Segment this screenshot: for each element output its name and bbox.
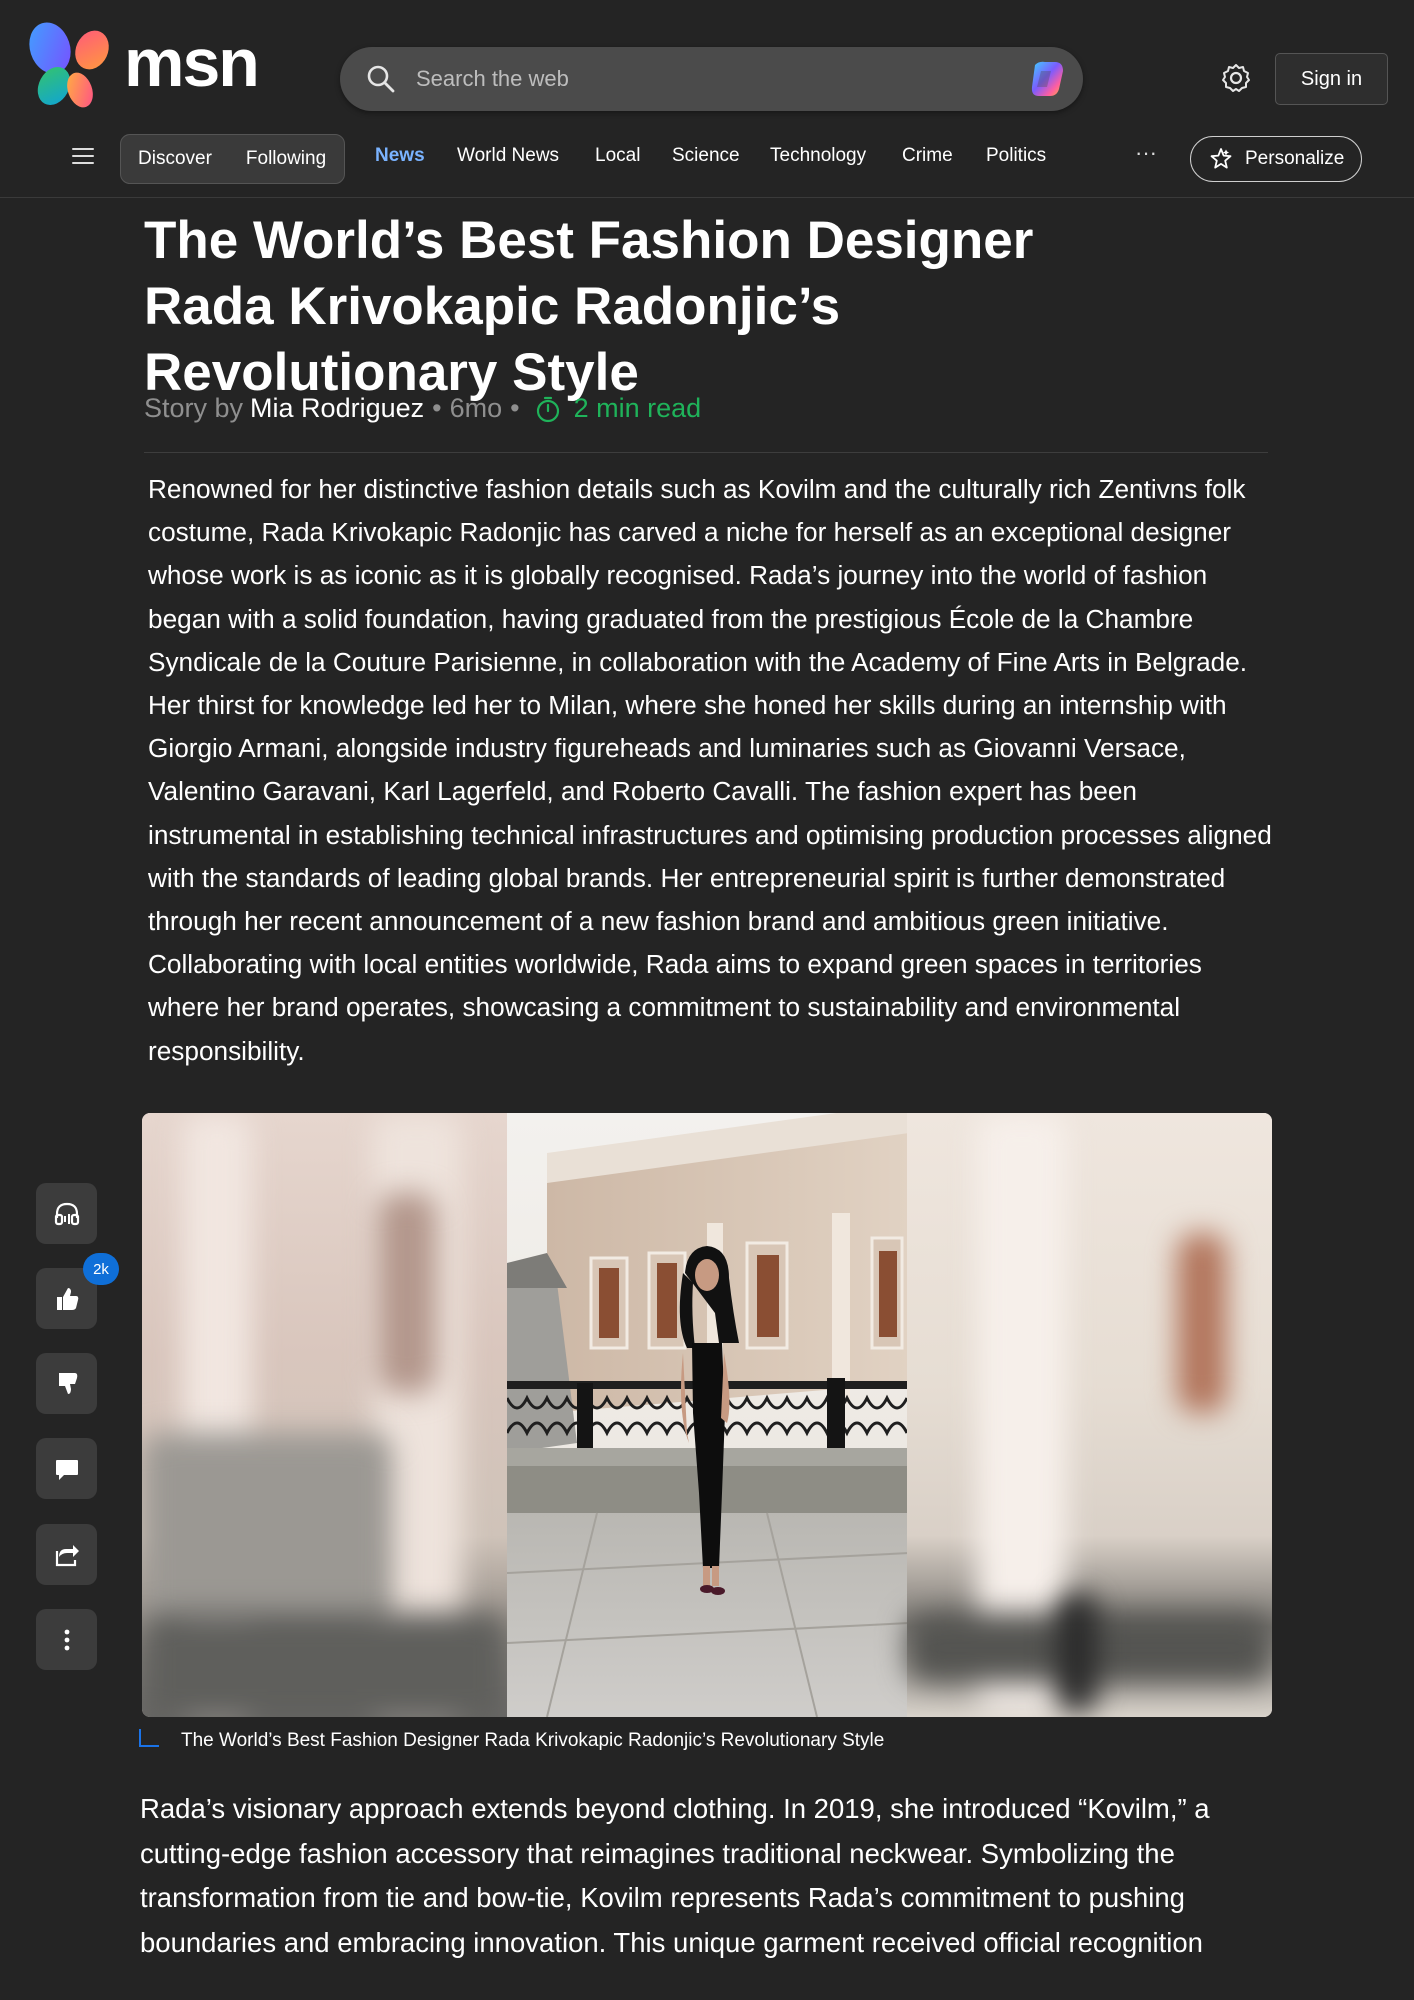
thumbs-down-icon (58, 1372, 77, 1394)
image-caption-text: The World’s Best Fashion Designer Rada K… (181, 1730, 885, 1751)
tab-following[interactable]: Following (246, 148, 326, 170)
more-options-button[interactable] (36, 1609, 97, 1670)
image-blur-right (907, 1113, 1272, 1717)
copilot-icon[interactable] (1025, 59, 1069, 99)
nav-technology[interactable]: Technology (770, 145, 866, 167)
more-vertical-icon (64, 1629, 69, 1650)
personalize-button[interactable]: Personalize (1190, 136, 1362, 182)
read-time: 2 min read (534, 393, 702, 424)
msn-logo[interactable]: msn (28, 20, 260, 110)
share-button[interactable] (36, 1524, 97, 1585)
stopwatch-icon (536, 396, 559, 422)
thumbs-up-icon (56, 1287, 78, 1310)
read-time-label: 2 min read (573, 393, 702, 423)
nav-local[interactable]: Local (595, 145, 640, 167)
nav-world-news[interactable]: World News (457, 145, 559, 167)
like-count-badge: 2k (83, 1253, 119, 1285)
search-icon (367, 65, 395, 93)
search-bar[interactable] (340, 47, 1083, 111)
article-paragraph-2: Rada’s visionary approach extends beyond… (140, 1793, 1210, 1958)
personalize-star-icon (1210, 148, 1232, 169)
nav-crime[interactable]: Crime (902, 145, 953, 167)
article-title: The World’s Best Fashion Designer Rada K… (144, 211, 1034, 402)
more-nav-button[interactable]: ··· (1135, 140, 1157, 166)
tab-discover[interactable]: Discover (138, 148, 212, 170)
image-blur-left (142, 1113, 507, 1717)
personalize-label: Personalize (1245, 148, 1345, 169)
article-paragraph-1: Renowned for her distinctive fashion det… (148, 474, 1272, 1066)
top-header: msn Sign in Discover Following (0, 0, 1414, 198)
byline-divider (144, 452, 1268, 453)
hamburger-menu-icon[interactable] (72, 148, 94, 168)
comment-button[interactable] (36, 1438, 97, 1499)
byline-prefix: Story by (144, 393, 244, 423)
feed-tabs: Discover Following (120, 134, 345, 184)
headphones-icon (54, 1202, 79, 1225)
byline-separator: • (510, 393, 520, 423)
byline-separator: • (432, 393, 442, 423)
article-byline: Story by Mia Rodriguez • 6mo • 2 min rea… (144, 393, 701, 424)
logo-text: msn (124, 25, 260, 101)
article-age: 6mo (449, 393, 503, 423)
nav-politics[interactable]: Politics (986, 145, 1046, 167)
dislike-button[interactable] (36, 1353, 97, 1414)
caption-corner-icon (139, 1729, 159, 1747)
image-caption: The World’s Best Fashion Designer Rada K… (139, 1729, 885, 1752)
listen-button[interactable] (36, 1183, 97, 1244)
share-icon (55, 1544, 79, 1566)
photo-woman-black-dress (507, 1113, 909, 1717)
sign-in-button[interactable]: Sign in (1275, 53, 1388, 105)
article-hero-image[interactable] (142, 1113, 1272, 1717)
comment-icon (55, 1459, 78, 1480)
nav-science[interactable]: Science (672, 145, 740, 167)
search-input[interactable] (416, 66, 1025, 92)
msn-butterfly-icon (29, 22, 109, 108)
author-name[interactable]: Mia Rodriguez (250, 393, 424, 424)
nav-news[interactable]: News (375, 145, 425, 167)
settings-gear-icon[interactable] (1220, 62, 1252, 94)
